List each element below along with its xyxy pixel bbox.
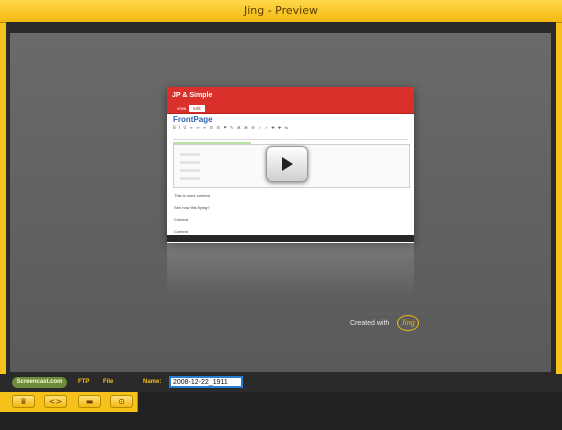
blurred-line bbox=[180, 153, 200, 156]
thumbnail-reflection bbox=[167, 243, 414, 298]
thumbnail-editor-toolbar: B I U ≡ ≡ ≡ ☰ ☰ ⚑ ✎ ⌘ ⌘ ⚙ ✓ ✓ ✚ ✚ ⇆ bbox=[173, 125, 408, 140]
name-label: Name: bbox=[143, 379, 162, 385]
thumbnail-tabs: view edit bbox=[167, 105, 414, 114]
jing-logo: Jing bbox=[397, 315, 419, 331]
thumbnail-page-title: FrontPage bbox=[173, 115, 213, 124]
thumbnail-text-line: Content bbox=[174, 217, 189, 222]
play-button[interactable] bbox=[266, 146, 308, 182]
thumbnail-tab-view: view bbox=[177, 106, 187, 111]
save-icon[interactable]: ▬ bbox=[78, 395, 101, 408]
screencast-button[interactable]: Screencast.com bbox=[12, 377, 67, 388]
ftp-button[interactable]: FTP bbox=[78, 377, 89, 388]
window-title: Jing - Preview bbox=[0, 0, 562, 23]
thumbnail-tab-edit: edit bbox=[189, 105, 205, 112]
video-controlbar[interactable] bbox=[167, 235, 414, 242]
created-with-label: Created with bbox=[350, 320, 390, 327]
jing-window: Jing - Preview JP & Simple view edit Fro… bbox=[0, 0, 562, 430]
thumbnail-app-title: JP & Simple bbox=[167, 87, 414, 105]
thumbnail-text-line: See how this flying? bbox=[174, 205, 210, 210]
settings-icon[interactable]: ⊙ bbox=[110, 395, 133, 408]
crown-icon[interactable]: ♛ bbox=[12, 395, 35, 408]
blurred-line bbox=[180, 161, 200, 164]
blurred-line bbox=[180, 177, 200, 180]
name-input[interactable]: 2008-12-22_1911 bbox=[169, 376, 243, 388]
thumbnail-text-line: Content bbox=[174, 229, 189, 234]
thumbnail-text-line: This is more content bbox=[174, 193, 211, 198]
blurred-line bbox=[180, 169, 200, 172]
embed-code-icon[interactable]: <> bbox=[44, 395, 67, 408]
file-button[interactable]: File bbox=[103, 377, 113, 388]
